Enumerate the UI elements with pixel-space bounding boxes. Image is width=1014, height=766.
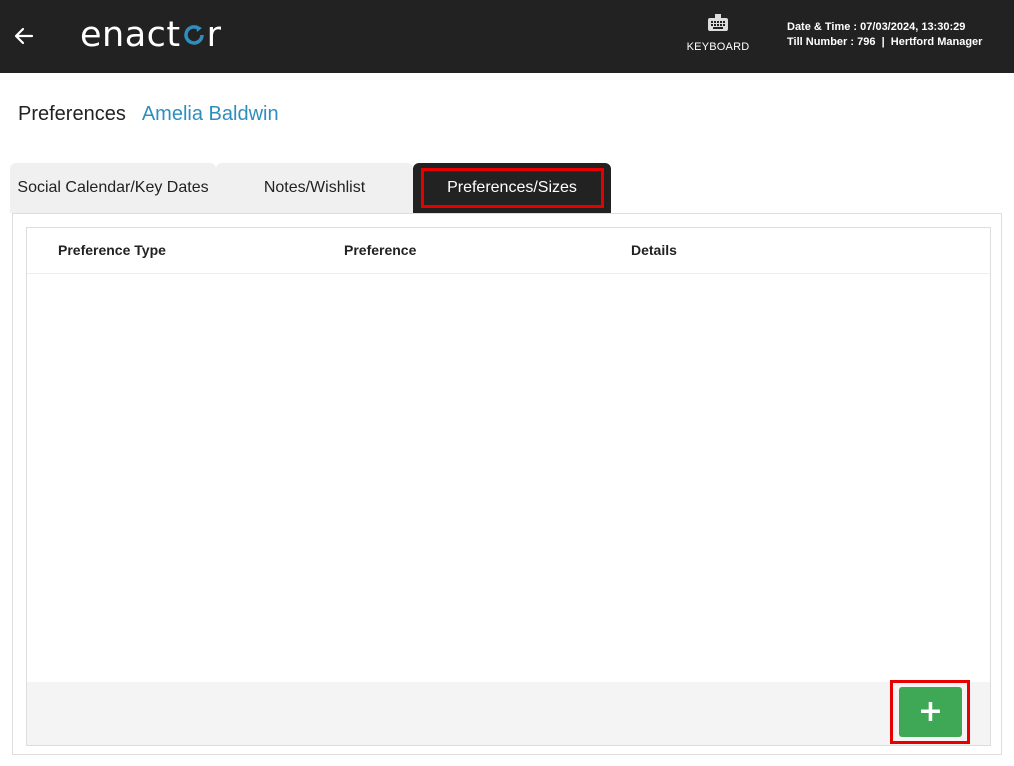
preferences-table: Preference Type Preference Details: [26, 227, 991, 746]
page-title: Preferences: [18, 103, 126, 125]
logo-refresh-icon: [182, 11, 206, 45]
table-header: Preference Type Preference Details: [27, 228, 990, 274]
tab-label: Social Calendar/Key Dates: [17, 179, 209, 196]
column-header-preference-type: Preference Type: [58, 242, 166, 258]
logo-text-left: enact: [80, 15, 181, 55]
datetime-line: Date & Time : 07/03/2024, 13:30:29: [787, 21, 966, 33]
tab-social-calendar[interactable]: Social Calendar/Key Dates: [10, 163, 216, 213]
keyboard-button[interactable]: KEYBOARD: [680, 14, 756, 64]
tab-label: Notes/Wishlist: [263, 179, 366, 196]
keyboard-icon: [707, 14, 729, 34]
user-label: Hertford Manager: [890, 36, 983, 48]
tab-preferences-sizes[interactable]: Preferences/Sizes: [413, 163, 611, 213]
logo-text-right: r: [206, 15, 222, 55]
enactor-logo: enact r: [80, 10, 222, 60]
till-value: 796: [857, 36, 876, 48]
tab-notes-wishlist[interactable]: Notes/Wishlist: [216, 163, 413, 213]
table-body: [27, 274, 990, 682]
column-header-preference: Preference: [344, 242, 417, 258]
top-bar: enact r KEYBOARD Date & Time : 07/03/2024…: [0, 0, 1014, 73]
back-arrow-icon[interactable]: [10, 22, 38, 50]
keyboard-label: KEYBOARD: [686, 41, 750, 53]
tab-highlight-box: [421, 168, 604, 208]
customer-name: Amelia Baldwin: [141, 103, 279, 125]
table-footer: [27, 682, 990, 745]
column-header-details: Details: [631, 242, 677, 258]
till-line: Till Number : 796 | Hertford Manager: [787, 36, 983, 48]
datetime-label: Date & Time: [787, 21, 851, 33]
preferences-panel: Preference Type Preference Details: [12, 213, 1002, 755]
page-header: Preferences Amelia Baldwin: [18, 102, 279, 126]
till-label: Till Number: [787, 36, 848, 48]
datetime-value: 07/03/2024, 13:30:29: [860, 21, 966, 33]
till-info: Date & Time : 07/03/2024, 13:30:29 Till …: [787, 20, 982, 50]
add-preference-button[interactable]: +: [899, 687, 962, 737]
